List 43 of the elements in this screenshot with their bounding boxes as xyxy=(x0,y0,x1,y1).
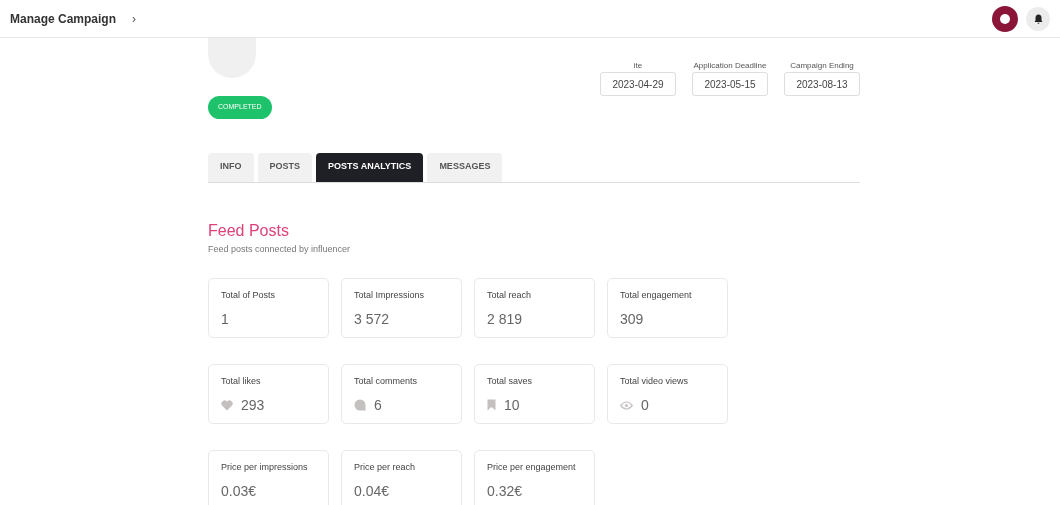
stat-label: Total saves xyxy=(487,375,534,388)
stat-label: Total engagement xyxy=(620,289,693,302)
stat-label: Total likes xyxy=(221,375,262,388)
stat-value: 10 xyxy=(504,395,520,415)
notifications-button[interactable] xyxy=(1026,6,1050,31)
date-label: ite xyxy=(632,60,644,72)
heart-icon xyxy=(221,399,233,411)
section-title: Feed Posts xyxy=(208,220,290,241)
stat-label: Total video views xyxy=(620,375,690,388)
stat-value: 309 xyxy=(620,309,644,329)
tab[interactable]: INFO xyxy=(208,152,254,182)
eye-icon xyxy=(620,400,633,410)
date-label: Application Deadline xyxy=(692,60,768,72)
stat-value: 1 xyxy=(221,309,229,329)
breadcrumb-separator: › xyxy=(132,10,137,28)
tab[interactable]: POSTS ANALYTICS xyxy=(316,152,424,182)
stat-value: 3 572 xyxy=(354,309,390,329)
tab[interactable]: POSTS xyxy=(257,152,312,182)
stat-value: 6 xyxy=(374,395,382,415)
date-field[interactable]: 2023-08-13 xyxy=(784,72,860,96)
speech-bubble-icon xyxy=(354,399,366,411)
stat-label: Total reach xyxy=(487,289,533,302)
bell-icon xyxy=(1033,13,1043,24)
stat-label: Total of Posts xyxy=(221,289,277,302)
breadcrumb-title[interactable]: Manage Campaign xyxy=(10,9,117,28)
section-subtitle: Feed posts connected by influencer xyxy=(208,242,352,256)
stat-value: 0.04€ xyxy=(354,481,390,501)
stat-value: 293 xyxy=(241,395,265,415)
stat-value: 2 819 xyxy=(487,309,523,329)
stat-label: Price per impressions xyxy=(221,461,309,474)
stat-label: Price per reach xyxy=(354,461,417,474)
date-field[interactable]: 2023-04-29 xyxy=(600,72,676,96)
stat-label: Total comments xyxy=(354,375,419,388)
stat-value: 0 xyxy=(641,395,649,415)
stat-value: 0.32€ xyxy=(487,481,523,501)
user-avatar[interactable] xyxy=(992,5,1018,32)
bookmark-icon xyxy=(487,399,496,411)
stat-value: 0.03€ xyxy=(221,481,257,501)
tab[interactable]: MESSAGES xyxy=(427,152,503,182)
date-label: Campaign Ending xyxy=(789,60,855,72)
stat-label: Total Impressions xyxy=(354,289,426,302)
stat-label: Price per engagement xyxy=(487,461,577,474)
date-field[interactable]: 2023-05-15 xyxy=(692,72,768,96)
